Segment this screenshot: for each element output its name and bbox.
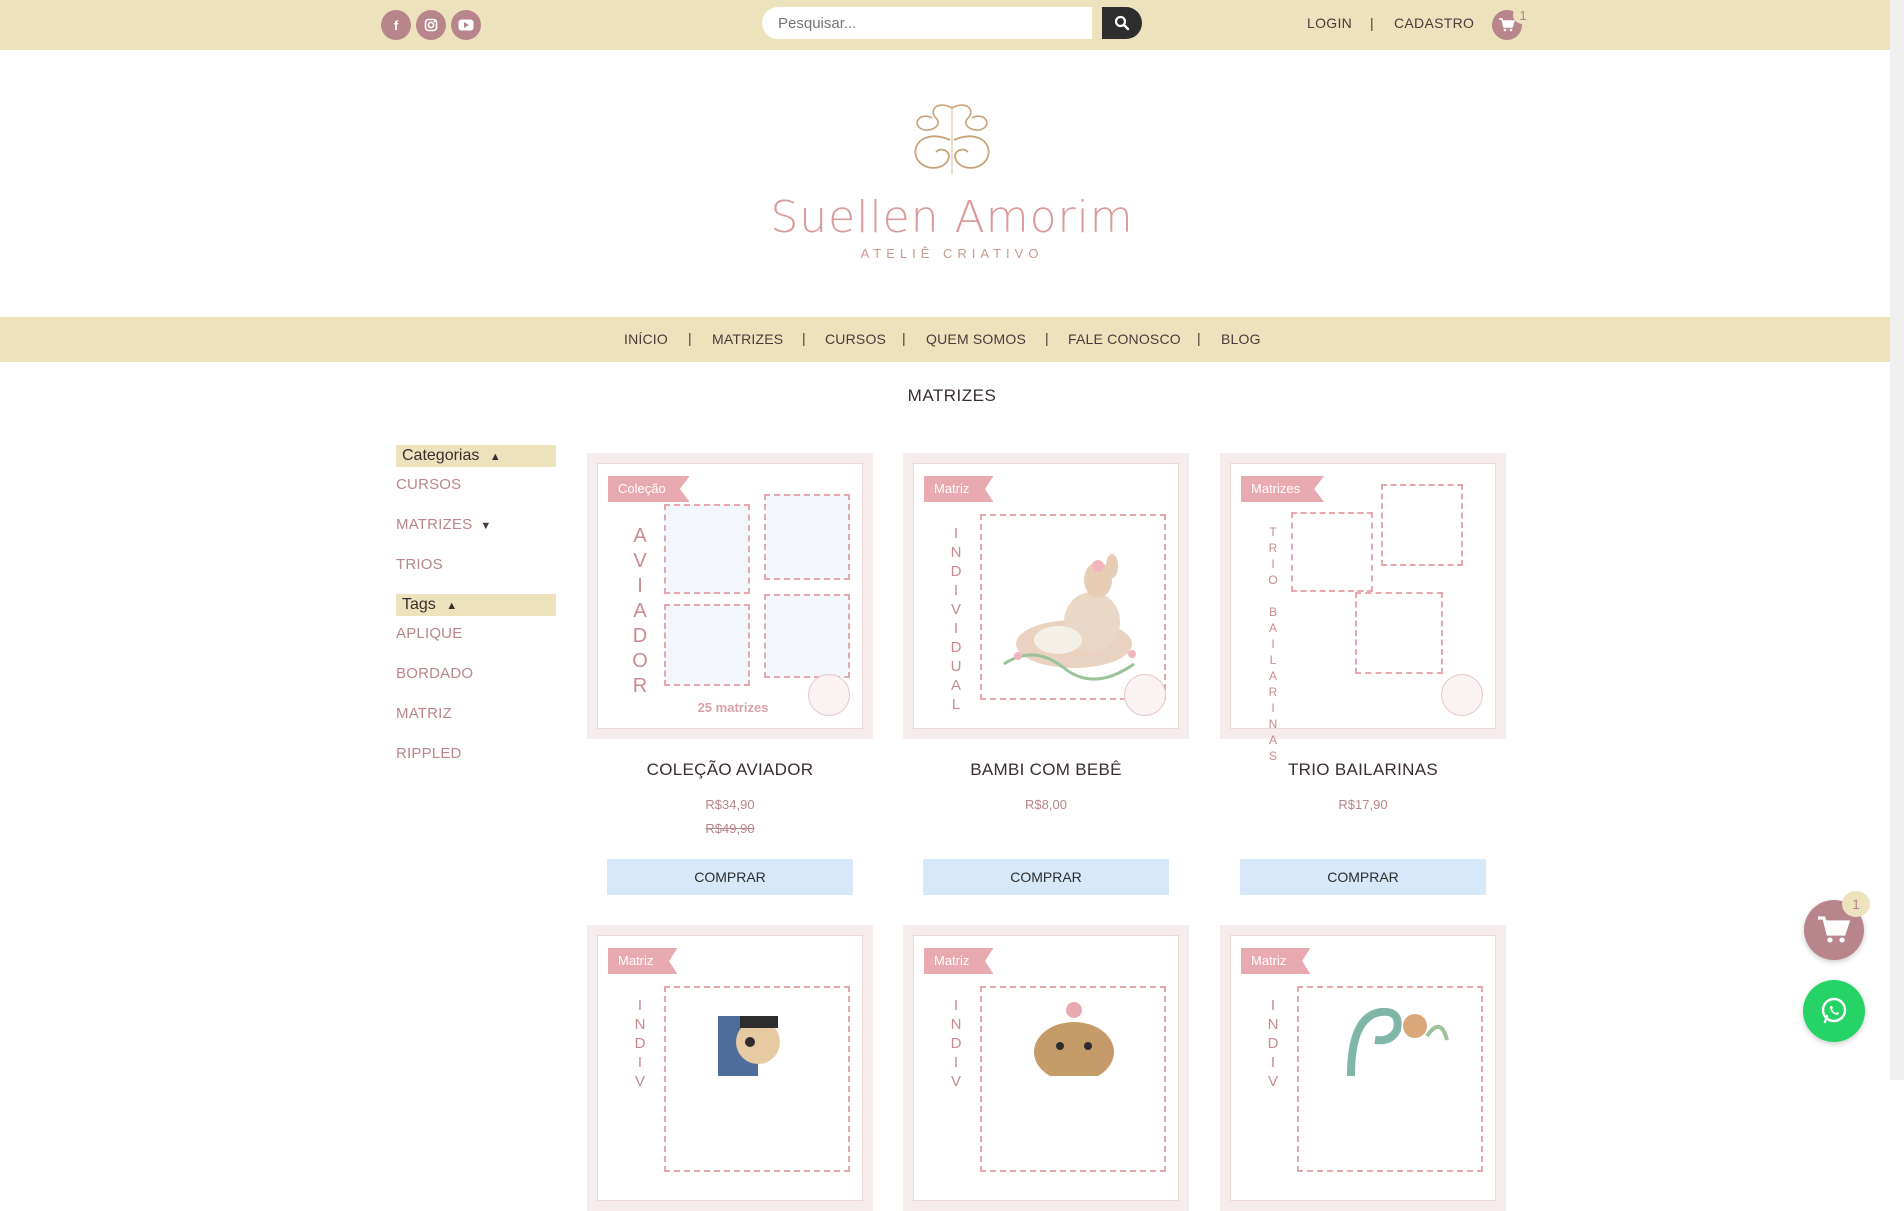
tag-bordado[interactable]: BORDADO xyxy=(396,665,473,682)
product-name[interactable]: COLEÇÃO AVIADOR xyxy=(587,760,873,780)
cart-icon xyxy=(1818,916,1850,943)
facebook-icon[interactable]: f xyxy=(381,10,411,40)
product-image-frame: Matriz INDIV xyxy=(1230,935,1496,1201)
product-name[interactable]: TRIO BAILARINAS xyxy=(1220,760,1506,780)
brand-seal-icon xyxy=(808,674,850,716)
site-logo[interactable]: Suellen Amorim ATELIÊ CRIATIVO xyxy=(760,100,1144,270)
nav-blog[interactable]: BLOG xyxy=(1221,331,1261,347)
top-separator: | xyxy=(1370,15,1374,31)
categories-title: Categorias xyxy=(402,447,480,464)
dog-illustration xyxy=(1034,1002,1114,1076)
page-title: MATRIZES xyxy=(907,386,997,405)
brand-seal-icon xyxy=(1441,674,1483,716)
buy-button[interactable]: COMPRAR xyxy=(923,859,1169,895)
tag-matriz[interactable]: MATRIZ xyxy=(396,705,452,722)
product-name[interactable]: BAMBI COM BEBÊ xyxy=(903,760,1189,780)
product-image-frame: Matriz INDIV xyxy=(597,935,863,1201)
category-trios[interactable]: TRIOS xyxy=(396,556,443,573)
instagram-icon[interactable] xyxy=(416,10,446,40)
categories-header[interactable]: Categorias ▲ xyxy=(396,445,556,467)
scrollbar[interactable] xyxy=(1890,0,1904,1080)
product-image-frame: Matriz INDIV xyxy=(913,935,1179,1201)
product-image-frame: Matriz INDIVIDUAL xyxy=(913,463,1179,729)
nav-quem-somos[interactable]: QUEM SOMOS xyxy=(926,331,1026,347)
product-ribbon: Matrizes xyxy=(1241,476,1325,502)
cart-count-badge: 1 xyxy=(1513,6,1533,24)
logo-name: Suellen Amorim xyxy=(770,192,1134,243)
nav-matrizes[interactable]: MATRIZES xyxy=(712,331,783,347)
product-vertical-title: AVIADOR xyxy=(632,525,648,697)
whatsapp-button[interactable] xyxy=(1803,980,1865,1042)
whatsapp-icon xyxy=(1821,997,1847,1024)
embroidery-frame xyxy=(664,604,750,686)
nav-separator: | xyxy=(1045,330,1049,346)
tags-title: Tags xyxy=(402,596,436,613)
product-ribbon: Matriz xyxy=(608,948,678,974)
product-footer-text: 25 matrizes xyxy=(697,700,769,715)
embroidery-frame xyxy=(1381,484,1463,566)
embroidery-frame xyxy=(764,494,850,580)
buy-button[interactable]: COMPRAR xyxy=(1240,859,1486,895)
embroidery-frame xyxy=(1291,512,1373,592)
product-vertical-title: TRIOBAILARINAS xyxy=(1268,525,1278,763)
category-cursos[interactable]: CURSOS xyxy=(396,476,461,493)
youtube-icon[interactable] xyxy=(451,10,481,40)
nav-cursos[interactable]: CURSOS xyxy=(825,331,886,347)
buy-button[interactable]: COMPRAR xyxy=(607,859,853,895)
nav-separator: | xyxy=(1197,330,1201,346)
embroidery-frame xyxy=(1355,592,1443,674)
category-label: MATRIZES xyxy=(396,516,473,533)
floating-cart-count: 1 xyxy=(1842,891,1870,917)
login-link[interactable]: LOGIN xyxy=(1307,15,1352,31)
search-input[interactable] xyxy=(762,7,1092,39)
deer-illustration xyxy=(1003,554,1136,681)
logo-tagline: ATELIÊ CRIATIVO xyxy=(860,246,1044,261)
product-ribbon: Matriz xyxy=(924,948,994,974)
search-icon xyxy=(1114,15,1130,31)
tag-aplique[interactable]: APLIQUE xyxy=(396,625,462,642)
cart-icon xyxy=(1499,18,1515,32)
register-link[interactable]: CADASTRO xyxy=(1394,15,1474,31)
category-matrizes[interactable]: MATRIZES ▼ xyxy=(396,516,491,533)
product-image[interactable]: Matriz INDIV xyxy=(587,925,873,1211)
dinosaur-illustration xyxy=(1347,1007,1449,1076)
product-price: R$8,00 xyxy=(1025,797,1067,812)
product-price: R$17,90 xyxy=(1338,797,1388,812)
product-image[interactable]: Matrizes TRIOBAILARINAS xyxy=(1220,453,1506,763)
tag-rippled[interactable]: RIPPLED xyxy=(396,745,462,762)
nav-inicio[interactable]: INÍCIO xyxy=(624,331,668,347)
tags-header[interactable]: Tags ▲ xyxy=(396,594,556,616)
brand-seal-icon xyxy=(1124,674,1166,716)
nav-separator: | xyxy=(902,330,906,346)
product-old-price: R$49,90 xyxy=(705,821,755,836)
search-button[interactable] xyxy=(1102,7,1142,39)
embroidery-frame xyxy=(664,504,750,594)
product-price: R$34,90 xyxy=(705,797,755,812)
top-bar: f LOGIN | CADASTRO 1 xyxy=(0,0,1904,50)
product-image[interactable]: Matriz INDIV xyxy=(903,925,1189,1211)
product-vertical-title: INDIV xyxy=(950,997,962,1090)
chevron-up-icon: ▲ xyxy=(446,600,458,612)
product-vertical-title: INDIVIDUAL xyxy=(950,525,962,713)
product-ribbon: Coleção xyxy=(608,476,690,502)
product-ribbon: Matriz xyxy=(924,476,994,502)
product-ribbon: Matriz xyxy=(1241,948,1311,974)
product-image[interactable]: Coleção AVIADOR 25 matrizes xyxy=(587,453,873,739)
product-image[interactable]: Matriz INDIVIDUAL xyxy=(903,453,1189,739)
nav-separator: | xyxy=(688,330,692,346)
chevron-down-icon[interactable]: ▼ xyxy=(480,520,491,532)
product-vertical-title: INDIV xyxy=(634,997,646,1090)
logo-emblem xyxy=(914,104,990,174)
chevron-up-icon: ▲ xyxy=(489,451,501,463)
product-image[interactable]: Matriz INDIV xyxy=(1220,925,1506,1211)
product-vertical-title: INDIV xyxy=(1267,997,1279,1090)
search-bar xyxy=(762,7,1142,39)
nav-fale-conosco[interactable]: FALE CONOSCO xyxy=(1068,331,1181,347)
embroidery-frame xyxy=(764,594,850,678)
nav-separator: | xyxy=(802,330,806,346)
product-image-frame: Matrizes TRIOBAILARINAS xyxy=(1230,463,1496,763)
pirate-illustration xyxy=(718,1016,780,1076)
main-nav: INÍCIO | MATRIZES | CURSOS | QUEM SOMOS … xyxy=(0,317,1904,362)
product-image-frame: Coleção AVIADOR 25 matrizes xyxy=(597,463,863,729)
